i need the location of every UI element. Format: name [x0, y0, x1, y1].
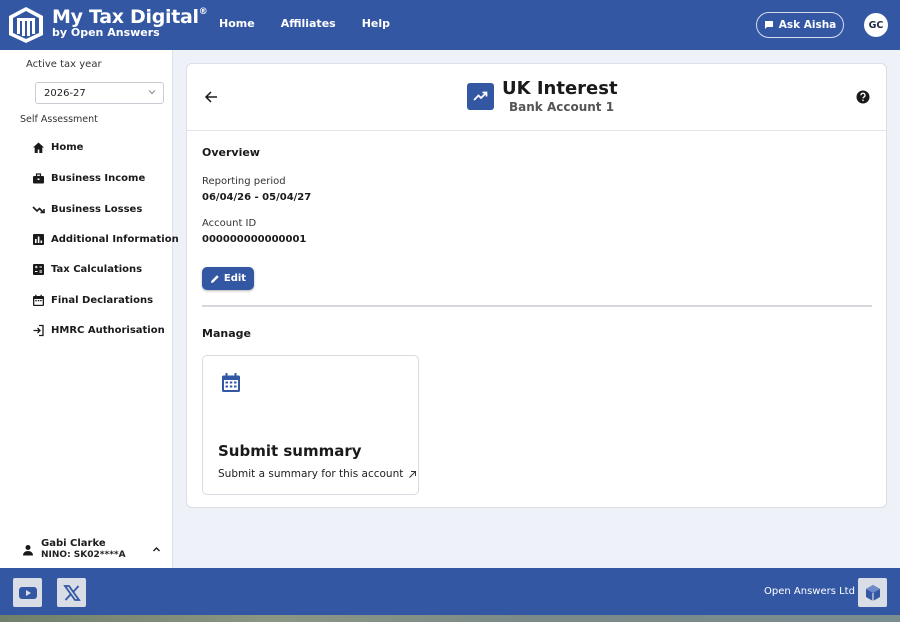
chevron-up-icon: [153, 547, 160, 552]
background-strip: [0, 615, 900, 622]
trending-down-icon: [32, 203, 45, 216]
top-nav: Home Affiliates Help: [219, 17, 416, 30]
nav-home[interactable]: Home: [219, 17, 255, 30]
page-subtitle: Bank Account 1: [509, 100, 615, 114]
person-icon: [23, 545, 33, 556]
user-menu[interactable]: Gabi Clarke NINO: SK02****A: [22, 538, 167, 564]
reporting-period-value: 06/04/26 - 05/04/27: [202, 192, 312, 203]
back-arrow-icon[interactable]: [204, 90, 218, 104]
sidebar: Active tax year 2026-27 Self Assessment …: [0, 50, 179, 568]
company-name: Open Answers Ltd: [764, 586, 855, 597]
user-nino: NINO: SK02****A: [41, 550, 126, 560]
top-bar: My Tax Digital® by Open Answers Home Aff…: [0, 0, 900, 50]
app-logo-icon[interactable]: [6, 5, 46, 45]
nav-help[interactable]: Help: [362, 17, 390, 30]
home-icon: [32, 141, 45, 154]
sidebar-item-tax-calculations[interactable]: Tax Calculations: [32, 259, 142, 279]
account-card: UK Interest Bank Account 1 Overview Repo…: [186, 63, 887, 508]
chevron-down-icon: [148, 90, 156, 95]
tax-year-label: Active tax year: [26, 59, 102, 70]
section-divider: [202, 305, 872, 307]
help-icon[interactable]: [856, 90, 870, 104]
trending-up-icon: [467, 83, 494, 110]
sidebar-item-business-income[interactable]: Business Income: [32, 168, 145, 188]
tax-year-value: 2026-27: [44, 87, 86, 99]
sidebar-item-hmrc-authorisation[interactable]: HMRC Authorisation: [32, 320, 165, 340]
reporting-period-label: Reporting period: [202, 176, 286, 187]
edit-button[interactable]: Edit: [202, 267, 254, 290]
sidebar-item-business-losses[interactable]: Business Losses: [32, 199, 142, 219]
x-twitter-icon[interactable]: [57, 578, 86, 607]
sidebar-item-additional-information[interactable]: Additional Information: [32, 229, 179, 249]
sidebar-item-final-declarations[interactable]: Final Declarations: [32, 290, 153, 310]
calendar-icon: [222, 373, 240, 392]
account-id-value: 000000000000001: [202, 234, 307, 245]
login-icon: [32, 324, 45, 337]
youtube-icon[interactable]: [13, 578, 42, 607]
user-name: Gabi Clarke: [41, 538, 106, 549]
sidebar-item-home[interactable]: Home: [32, 137, 83, 157]
sidebar-item-label: Tax Calculations: [51, 263, 143, 275]
tax-year-select[interactable]: 2026-27: [35, 82, 164, 104]
sidebar-item-label: Business Losses: [51, 203, 143, 215]
nav-affiliates[interactable]: Affiliates: [281, 17, 336, 30]
bar-chart-icon: [32, 233, 45, 246]
calendar-icon: [32, 294, 45, 307]
user-avatar[interactable]: GC: [864, 13, 888, 37]
footer: Open Answers Ltd: [0, 568, 900, 615]
ask-aisha-label: Ask Aisha: [778, 19, 837, 31]
overview-heading: Overview: [202, 146, 260, 159]
sidebar-item-label: Business Income: [51, 172, 146, 184]
app-title: My Tax Digital: [52, 6, 199, 28]
registered-mark: ®: [198, 7, 208, 17]
sidebar-item-label: Home: [51, 141, 84, 153]
calculator-icon: [32, 263, 45, 276]
edit-label: Edit: [223, 273, 247, 284]
submit-summary-tile[interactable]: Submit summary Submit a summary for this…: [202, 355, 419, 495]
sidebar-item-label: Additional Information: [51, 233, 179, 245]
chat-icon: [764, 21, 773, 29]
tile-description-text: Submit a summary for this account: [218, 468, 404, 480]
self-assessment-label: Self Assessment: [20, 114, 98, 125]
card-header: UK Interest Bank Account 1: [187, 64, 886, 131]
manage-heading: Manage: [202, 327, 251, 340]
tile-description: Submit a summary for this account: [218, 468, 417, 480]
briefcase-icon: [32, 172, 45, 185]
ask-aisha-button[interactable]: Ask Aisha: [756, 12, 844, 38]
external-arrow-icon: [409, 470, 417, 478]
tile-title: Submit summary: [218, 442, 362, 460]
company-logo-icon[interactable]: [858, 578, 887, 607]
sidebar-item-label: Final Declarations: [51, 294, 154, 306]
page-title: UK Interest: [502, 78, 618, 99]
app-brand[interactable]: My Tax Digital® by Open Answers: [52, 6, 208, 39]
sidebar-item-label: HMRC Authorisation: [51, 324, 165, 336]
pencil-icon: [210, 274, 219, 283]
account-id-label: Account ID: [202, 218, 257, 229]
